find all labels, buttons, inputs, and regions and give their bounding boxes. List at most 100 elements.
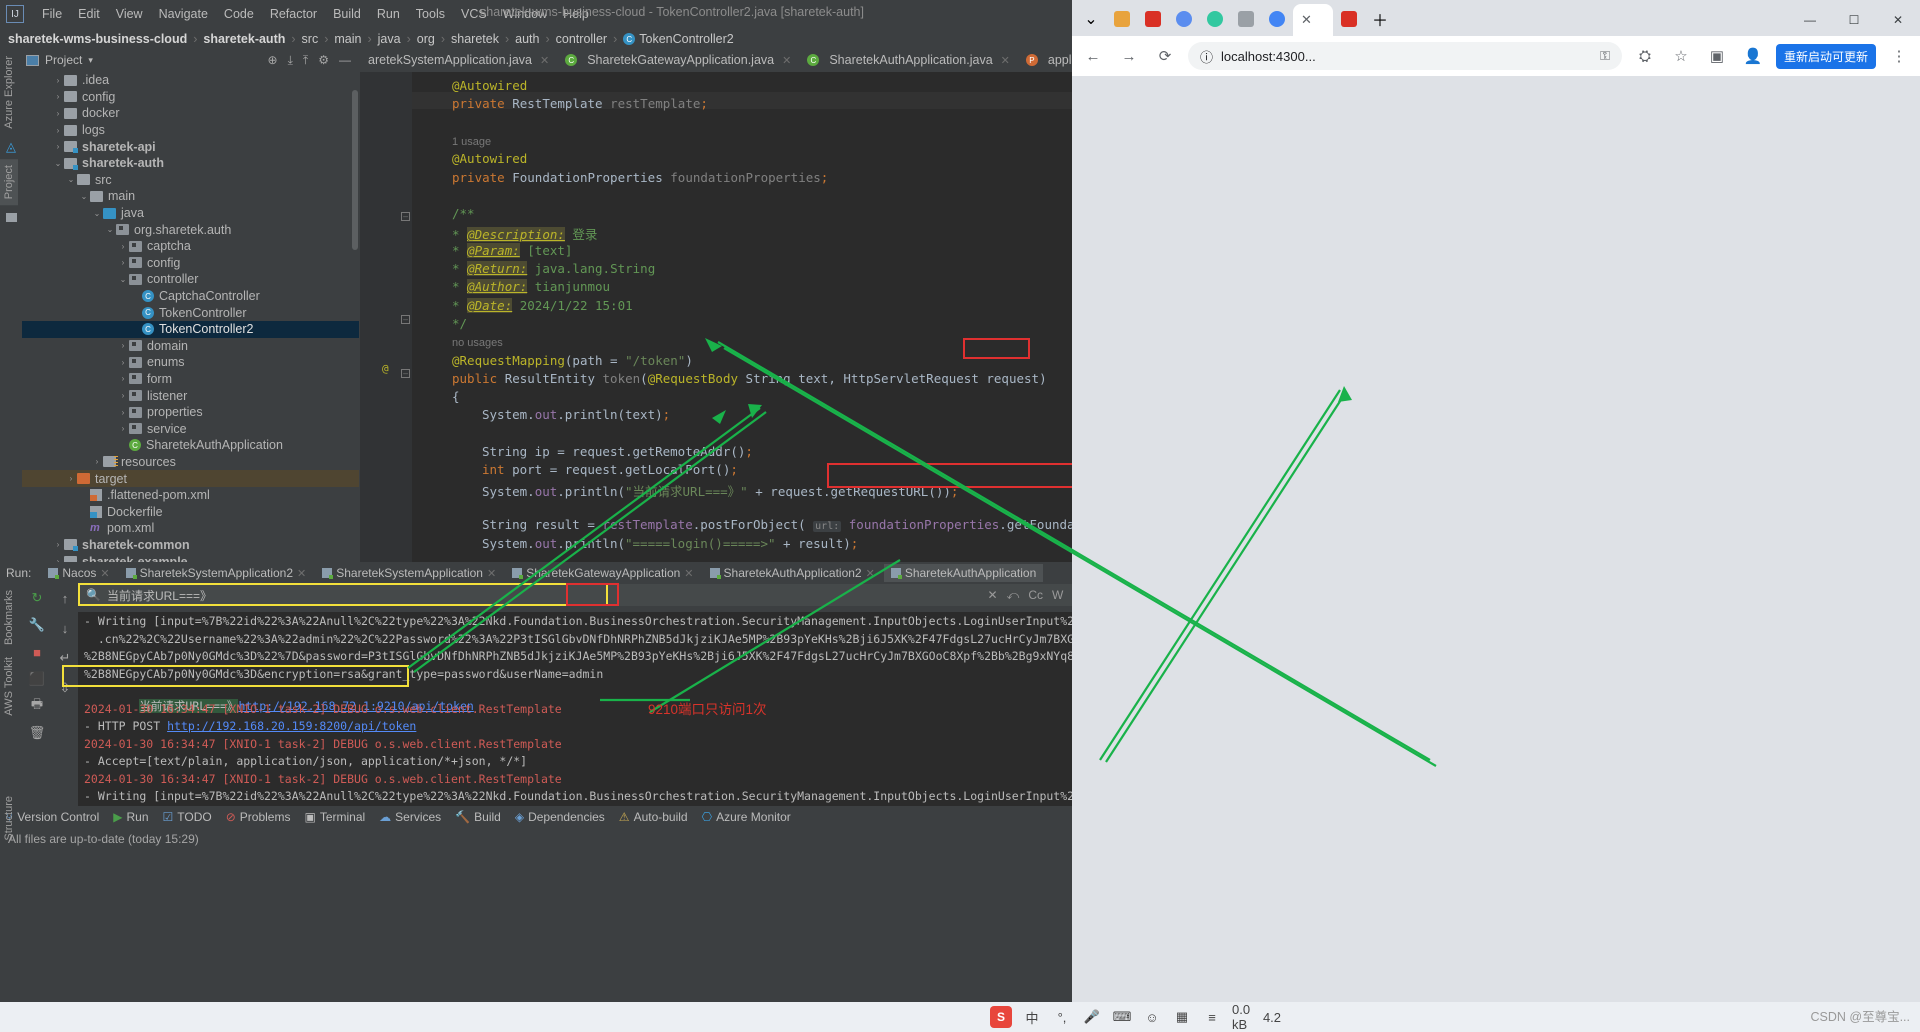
tree-item[interactable]: m pom.xml xyxy=(22,520,359,537)
trash-icon[interactable]: 🗑 xyxy=(29,725,46,741)
bookmark-star-icon[interactable]: ☆ xyxy=(1668,43,1694,69)
wrench-icon[interactable]: 🔧 xyxy=(29,617,45,633)
menu-tools[interactable]: Tools xyxy=(408,5,453,23)
tree-item[interactable]: ⌄ sharetek-auth xyxy=(22,155,359,172)
keyboard-icon[interactable]: ⌨ xyxy=(1112,1007,1132,1027)
tab-favicon-2[interactable] xyxy=(1138,5,1168,33)
minimize-button[interactable]: — xyxy=(1788,4,1832,36)
tab-favicon-7[interactable] xyxy=(1334,5,1364,33)
breadcrumb-class[interactable]: TokenController2 xyxy=(639,32,734,46)
tab-favicon-1[interactable] xyxy=(1107,5,1137,33)
close-icon[interactable]: ✕ xyxy=(1001,54,1010,67)
reload-button[interactable]: ⟳ xyxy=(1152,43,1178,69)
close-icon[interactable]: ✕ xyxy=(487,567,496,580)
bottom-tab-run[interactable]: ▶ Run xyxy=(113,810,148,824)
menu-view[interactable]: View xyxy=(108,5,151,23)
chevron-down-icon[interactable]: ▾ xyxy=(88,55,93,66)
tree-item[interactable]: C TokenController xyxy=(22,304,359,321)
chevron-right-icon[interactable]: › xyxy=(52,142,64,151)
menu-edit[interactable]: Edit xyxy=(70,5,108,23)
chevron-right-icon[interactable]: › xyxy=(52,540,64,549)
chevron-right-icon[interactable]: › xyxy=(117,358,129,367)
chrome-active-tab[interactable]: ✕ xyxy=(1293,4,1333,36)
editor-tab-2[interactable]: C SharetekAuthApplication.java ✕ xyxy=(799,48,1018,72)
breadcrumb-src[interactable]: src xyxy=(302,32,319,46)
tree-item[interactable]: .flattened-pom.xml xyxy=(22,487,359,504)
collapse-all-icon[interactable]: ⤒ xyxy=(303,53,308,68)
down-arrow-icon[interactable]: ↓ xyxy=(57,620,73,636)
chevron-right-icon[interactable]: › xyxy=(117,374,129,383)
profile-avatar[interactable]: 👤 xyxy=(1740,43,1766,69)
print-icon[interactable]: 🖶 xyxy=(29,696,45,714)
tool-aws-toolkit[interactable]: AWS Toolkit xyxy=(0,651,18,722)
breadcrumb-auth[interactable]: auth xyxy=(515,32,539,46)
run-tab-nacos[interactable]: Nacos ✕ xyxy=(41,564,116,582)
tool-structure[interactable]: Structure xyxy=(0,790,18,847)
close-icon[interactable]: ✕ xyxy=(782,54,791,67)
toolbox-icon[interactable]: ▦ xyxy=(1172,1007,1192,1027)
tree-item[interactable]: › service xyxy=(22,420,359,437)
run-tab-system-app-2[interactable]: SharetekSystemApplication2 ✕ xyxy=(119,564,314,582)
tree-item[interactable]: › .idea xyxy=(22,72,359,89)
locate-icon[interactable]: ⊕ xyxy=(268,53,278,68)
chevron-right-icon[interactable]: › xyxy=(52,109,64,118)
translate-icon[interactable]: ⛭ xyxy=(1632,43,1658,69)
tree-item[interactable]: › form xyxy=(22,371,359,388)
match-case-button[interactable]: Cc xyxy=(1028,588,1043,602)
tree-item[interactable]: › sharetek-api xyxy=(22,138,359,155)
chevron-right-icon[interactable]: › xyxy=(52,76,64,85)
menu-run[interactable]: Run xyxy=(369,5,408,23)
run-tab-system-app[interactable]: SharetekSystemApplication ✕ xyxy=(315,564,503,582)
run-tab-gateway-app[interactable]: SharetekGatewayApplication ✕ xyxy=(505,564,700,582)
chevron-right-icon[interactable]: › xyxy=(117,424,129,433)
tab-search-icon[interactable]: ⌄ xyxy=(1076,5,1106,33)
close-icon[interactable]: ✕ xyxy=(866,567,875,580)
tree-item[interactable]: › docker xyxy=(22,105,359,122)
tree-item[interactable]: ⌄ org.sharetek.auth xyxy=(22,221,359,238)
bottom-tab-services[interactable]: ☁ Services xyxy=(379,810,441,824)
bottom-tab-azure-monitor[interactable]: ⎔ Azure Monitor xyxy=(702,810,791,824)
breadcrumb-controller[interactable]: controller xyxy=(556,32,607,46)
chevron-right-icon[interactable]: › xyxy=(117,391,129,400)
chevron-down-icon[interactable]: ⌄ xyxy=(52,159,64,168)
menu-refactor[interactable]: Refactor xyxy=(262,5,325,23)
chevron-right-icon[interactable]: › xyxy=(65,474,77,483)
tree-item[interactable]: › domain xyxy=(22,338,359,355)
close-icon[interactable]: ✕ xyxy=(540,54,549,67)
sidepanel-icon[interactable]: ▣ xyxy=(1704,43,1730,69)
tree-item[interactable]: C TokenController2 xyxy=(22,320,359,338)
close-button[interactable]: ✕ xyxy=(1876,4,1920,36)
menu-code[interactable]: Code xyxy=(216,5,262,23)
bottom-tab-auto-build[interactable]: ⚠ Auto-build xyxy=(619,810,688,824)
project-tree[interactable]: › .idea › config › docker › logs › sharetek-api ⌄ s… xyxy=(22,72,359,567)
soft-wrap-icon[interactable]: ↵ xyxy=(57,650,73,666)
breadcrumb-org[interactable]: org xyxy=(417,32,435,46)
tree-item[interactable]: › listener xyxy=(22,387,359,404)
chevron-down-icon[interactable]: ⌄ xyxy=(117,275,129,284)
clear-search-icon[interactable]: ✕ xyxy=(987,588,997,602)
editor-tab-1[interactable]: C SharetekGatewayApplication.java ✕ xyxy=(557,48,799,72)
tab-favicon-4[interactable] xyxy=(1200,5,1230,33)
bottom-tab-terminal[interactable]: ▣ Terminal xyxy=(304,810,365,824)
gear-icon[interactable]: ⚙ xyxy=(318,53,329,68)
info-icon[interactable]: ⓘ xyxy=(1200,47,1213,66)
breadcrumb-module[interactable]: sharetek-auth xyxy=(203,32,285,46)
chevron-down-icon[interactable]: ⌄ xyxy=(78,192,90,201)
stop-icon[interactable]: ■ xyxy=(29,644,45,660)
tree-item[interactable]: C SharetekAuthApplication xyxy=(22,437,359,454)
forward-button[interactable]: → xyxy=(1116,43,1142,69)
restart-to-update-button[interactable]: 重新启动可更新 xyxy=(1775,43,1876,69)
history-icon[interactable]: ⤺ xyxy=(1007,588,1020,603)
bottom-tab-dependencies[interactable]: ◈ Dependencies xyxy=(515,810,605,824)
chevron-right-icon[interactable]: › xyxy=(52,92,64,101)
breadcrumb-main[interactable]: main xyxy=(334,32,361,46)
bottom-tab-todo[interactable]: ☑ TODO xyxy=(163,810,212,824)
tool-bookmarks[interactable]: Bookmarks xyxy=(0,584,18,651)
tree-item[interactable]: › enums xyxy=(22,354,359,371)
breadcrumb-java[interactable]: java xyxy=(378,32,401,46)
chrome-menu-icon[interactable]: ⋮ xyxy=(1886,43,1912,69)
tree-item[interactable]: ⌄ controller xyxy=(22,271,359,288)
chevron-right-icon[interactable]: › xyxy=(52,126,64,135)
ime-punct-icon[interactable]: °, xyxy=(1052,1007,1072,1027)
tree-scrollbar[interactable] xyxy=(352,90,358,250)
